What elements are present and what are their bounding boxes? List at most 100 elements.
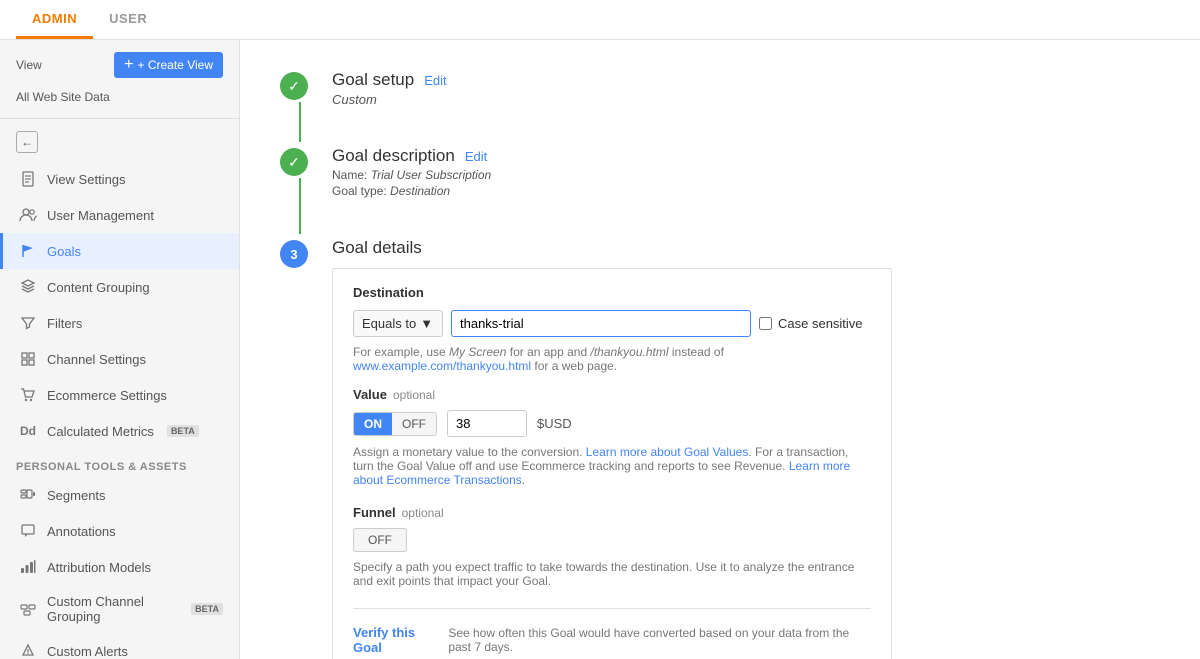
case-sensitive-label: Case sensitive [778,316,863,331]
alerts-icon [19,642,37,659]
step2-content: Goal description Edit Name: Trial User S… [332,146,1160,200]
value-help-text: Assign a monetary value to the conversio… [353,445,871,487]
step-goal-details: 3 Goal details Destination Equals to ▼ [280,238,1160,659]
value-toggle-on[interactable]: ON [354,413,392,435]
destination-row: Equals to ▼ Case sensitive [353,310,871,337]
sidebar-item-content-grouping-label: Content Grouping [47,280,150,295]
create-view-button[interactable]: + + Create View [114,52,223,78]
sidebar-item-calculated-metrics[interactable]: Dd Calculated Metrics BETA [0,413,239,449]
verify-link[interactable]: Verify this Goal [353,625,438,655]
sidebar-item-custom-alerts[interactable]: Custom Alerts [0,633,239,659]
site-label: All Web Site Data [0,86,239,114]
equals-to-select[interactable]: Equals to ▼ [353,310,443,337]
create-view-label: + Create View [138,58,214,72]
sidebar: View + + Create View All Web Site Data ← [0,40,240,659]
step1-content: Goal setup Edit Custom [332,70,1160,109]
step2-name-line: Name: Trial User Subscription [332,168,1160,182]
case-sensitive-row: Case sensitive [759,316,863,331]
plus-icon: + [124,57,133,73]
back-arrow-icon: ← [16,131,38,153]
view-label: View [16,58,42,72]
value-optional-label: optional [393,388,435,402]
sidebar-item-ecommerce-settings[interactable]: Ecommerce Settings [0,377,239,413]
chevron-down-icon: ▼ [420,316,433,331]
step2-name-value: Trial User Subscription [371,168,491,182]
destination-heading: Destination [353,285,871,300]
funnel-label: Funnel optional [353,505,871,520]
funnel-optional-label: optional [402,506,444,520]
funnel-toggle-off-button[interactable]: OFF [353,528,407,552]
sidebar-item-view-settings-label: View Settings [47,172,126,187]
sidebar-item-content-grouping[interactable]: Content Grouping [0,269,239,305]
case-sensitive-checkbox[interactable] [759,317,772,330]
calculated-metrics-beta-badge: BETA [167,425,199,437]
segments-icon [19,486,37,504]
sidebar-item-custom-channel-grouping[interactable]: Custom Channel Grouping BETA [0,585,239,633]
funnel-section: Funnel optional OFF Specify a path you e… [353,505,871,588]
custom-channel-beta-badge: BETA [191,603,223,615]
main-content: ✓ Goal setup Edit Custom ✓ Goal descript… [240,40,1200,659]
cart-icon [19,386,37,404]
sidebar-item-custom-alerts-label: Custom Alerts [47,644,128,659]
sidebar-item-channel-settings-label: Channel Settings [47,352,146,367]
example-link[interactable]: www.example.com/thankyou.html [353,359,531,373]
step3-number-icon: 3 [280,240,308,268]
destination-help-text: For example, use My Screen for an app an… [353,345,871,373]
sidebar-item-filters-label: Filters [47,316,82,331]
sidebar-item-calculated-metrics-label: Calculated Metrics [47,424,154,439]
step1-subtitle: Custom [332,92,1160,107]
goal-details-form: Destination Equals to ▼ Case sensitive [332,268,892,659]
step2-title-row: Goal description Edit [332,146,1160,166]
sidebar-item-user-management-label: User Management [47,208,154,223]
sidebar-item-attribution-models[interactable]: Attribution Models [0,549,239,585]
step1-edit-link[interactable]: Edit [424,73,446,88]
sidebar-item-user-management[interactable]: User Management [0,197,239,233]
step1-title-row: Goal setup Edit [332,70,1160,90]
sidebar-item-filters[interactable]: Filters [0,305,239,341]
sidebar-item-custom-channel-grouping-label: Custom Channel Grouping [47,594,178,624]
sidebar-item-ecommerce-settings-label: Ecommerce Settings [47,388,167,403]
step3-title: Goal details [332,238,422,258]
tab-user[interactable]: USER [93,1,163,39]
doc-icon [19,170,37,188]
personal-tools-section-label: PERSONAL TOOLS & ASSETS [0,449,239,477]
sidebar-item-segments[interactable]: Segments [0,477,239,513]
sidebar-item-annotations-label: Annotations [47,524,116,539]
tab-admin[interactable]: ADMIN [16,1,93,39]
equals-to-label: Equals to [362,316,416,331]
step1-title: Goal setup [332,70,414,90]
funnel-label-text: Funnel [353,505,396,520]
step-goal-setup: ✓ Goal setup Edit Custom [280,70,1160,142]
step2-edit-link[interactable]: Edit [465,149,487,164]
verify-row: Verify this Goal See how often this Goal… [353,608,871,655]
destination-input[interactable] [451,310,751,337]
goal-values-link[interactable]: Learn more about Goal Values [586,445,749,459]
channel-icon [19,600,37,618]
value-toggle-off[interactable]: OFF [392,413,436,435]
value-amount-input[interactable] [447,410,527,437]
sidebar-item-view-settings[interactable]: View Settings [0,161,239,197]
sidebar-divider [0,118,239,119]
grid-icon [19,350,37,368]
sidebar-item-channel-settings[interactable]: Channel Settings [0,341,239,377]
annotations-icon [19,522,37,540]
layers-icon [19,278,37,296]
value-label-text: Value [353,387,387,402]
sidebar-item-attribution-models-label: Attribution Models [47,560,151,575]
step3-title-row: Goal details [332,238,1160,258]
users-icon [19,206,37,224]
sidebar-header: View + + Create View [0,40,239,86]
back-button[interactable]: ← [0,123,239,161]
filter-icon [19,314,37,332]
ecommerce-transactions-link[interactable]: Learn more about Ecommerce Transactions [353,459,850,487]
sidebar-item-goals[interactable]: Goals [0,233,239,269]
flag-icon [19,242,37,260]
sidebar-item-annotations[interactable]: Annotations [0,513,239,549]
step1-check-icon: ✓ [280,72,308,100]
step3-content: Goal details Destination Equals to ▼ [332,238,1160,659]
step2-type-value: Destination [390,184,450,198]
value-label: Value optional [353,387,871,402]
sidebar-item-segments-label: Segments [47,488,106,503]
verify-help-text: See how often this Goal would have conve… [448,626,871,654]
value-toggle[interactable]: ON OFF [353,412,437,436]
